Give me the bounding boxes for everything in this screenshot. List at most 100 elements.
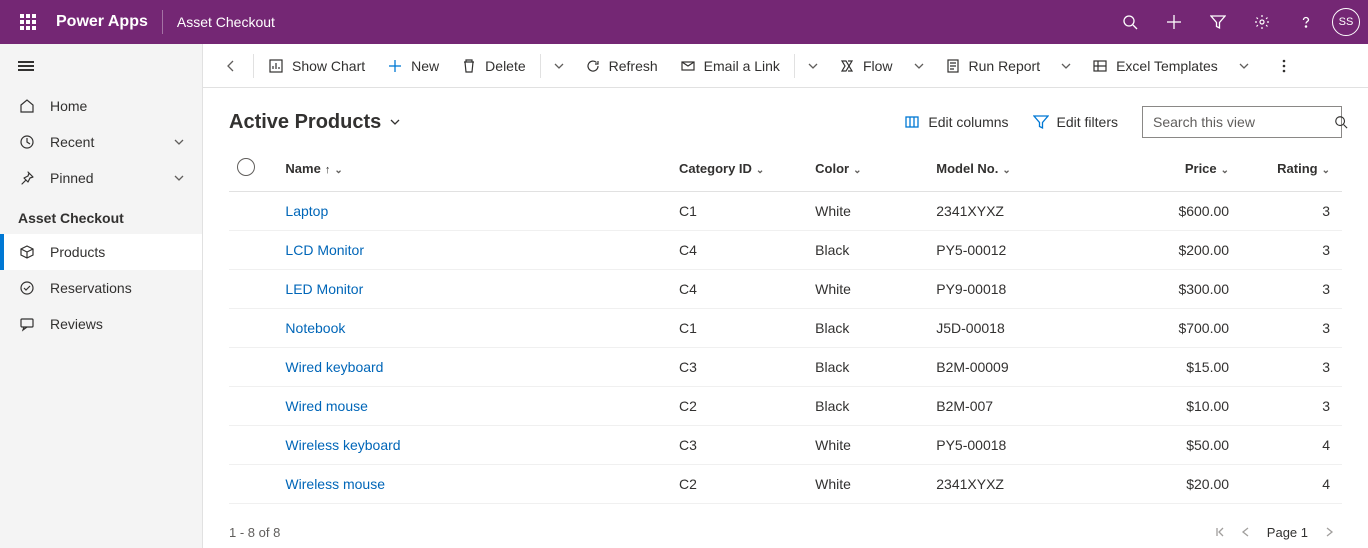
cell-rating: 4: [1241, 426, 1342, 465]
next-page-button[interactable]: [1316, 519, 1342, 545]
chevron-down-icon: [389, 116, 401, 128]
sidebar-item-reviews[interactable]: Reviews: [0, 306, 202, 342]
back-button[interactable]: [213, 59, 249, 73]
search-icon[interactable]: [1108, 0, 1152, 44]
cell-rating: 3: [1241, 309, 1342, 348]
edit-columns-button[interactable]: Edit columns: [892, 114, 1020, 130]
cell-color: Black: [807, 387, 928, 426]
table-row[interactable]: Wired keyboardC3BlackB2M-00009$15.003: [229, 348, 1342, 387]
column-header-name[interactable]: Name↑⌄: [277, 148, 671, 192]
add-icon[interactable]: [1152, 0, 1196, 44]
table-row[interactable]: Wireless mouseC2White2341XYXZ$20.004: [229, 465, 1342, 504]
separator: [540, 54, 541, 78]
chevron-down-icon: ⌄: [334, 165, 342, 176]
cmd-label: Refresh: [609, 58, 658, 74]
table-row[interactable]: NotebookC1BlackJ5D-00018$700.003: [229, 309, 1342, 348]
delete-button[interactable]: Delete: [451, 48, 535, 84]
refresh-button[interactable]: Refresh: [575, 48, 668, 84]
row-select-cell[interactable]: [229, 387, 277, 426]
table-row[interactable]: LED MonitorC4WhitePY9-00018$300.003: [229, 270, 1342, 309]
cell-name[interactable]: Wireless mouse: [277, 465, 671, 504]
row-select-cell[interactable]: [229, 309, 277, 348]
cell-price: $600.00: [1120, 192, 1241, 231]
refresh-icon: [585, 58, 601, 74]
new-button[interactable]: New: [377, 48, 449, 84]
table-row[interactable]: Wireless keyboardC3WhitePY5-00018$50.004: [229, 426, 1342, 465]
cell-model: PY9-00018: [928, 270, 1120, 309]
clock-icon: [18, 133, 36, 151]
cell-name[interactable]: Wired keyboard: [277, 348, 671, 387]
view-title-dropdown[interactable]: Active Products: [229, 111, 401, 134]
cell-color: Black: [807, 309, 928, 348]
report-icon: [945, 58, 961, 74]
column-header-model[interactable]: Model No.⌄: [928, 148, 1120, 192]
chevron-down-icon: ⌄: [853, 165, 861, 176]
cell-price: $15.00: [1120, 348, 1241, 387]
row-select-cell[interactable]: [229, 270, 277, 309]
cell-name[interactable]: Wireless keyboard: [277, 426, 671, 465]
cell-model: PY5-00012: [928, 231, 1120, 270]
separator: [794, 54, 795, 78]
help-icon[interactable]: [1284, 0, 1328, 44]
sidebar-item-reservations[interactable]: Reservations: [0, 270, 202, 306]
app-launcher-icon[interactable]: [8, 0, 48, 44]
first-page-button[interactable]: [1207, 519, 1233, 545]
flow-button[interactable]: Flow: [829, 48, 903, 84]
sidebar-item-products[interactable]: Products: [0, 234, 202, 270]
trash-icon: [461, 58, 477, 74]
column-header-rating[interactable]: Rating⌄: [1241, 148, 1342, 192]
cell-name[interactable]: LCD Monitor: [277, 231, 671, 270]
row-select-cell[interactable]: [229, 348, 277, 387]
sidebar-item-recent[interactable]: Recent: [0, 124, 202, 160]
cell-name[interactable]: Laptop: [277, 192, 671, 231]
search-input[interactable]: [1153, 114, 1334, 130]
cmd-label: Delete: [485, 58, 525, 74]
cell-name[interactable]: Wired mouse: [277, 387, 671, 426]
cell-model: J5D-00018: [928, 309, 1120, 348]
filter-icon[interactable]: [1196, 0, 1240, 44]
excel-dropdown[interactable]: [1230, 48, 1258, 84]
sidebar-item-home[interactable]: Home: [0, 88, 202, 124]
cell-name[interactable]: Notebook: [277, 309, 671, 348]
excel-templates-button[interactable]: Excel Templates: [1082, 48, 1228, 84]
row-select-cell[interactable]: [229, 465, 277, 504]
select-all-header[interactable]: [229, 148, 277, 192]
table-row[interactable]: LCD MonitorC4BlackPY5-00012$200.003: [229, 231, 1342, 270]
run-report-button[interactable]: Run Report: [935, 48, 1051, 84]
table-row[interactable]: LaptopC1White2341XYXZ$600.003: [229, 192, 1342, 231]
column-header-price[interactable]: Price⌄: [1120, 148, 1241, 192]
email-dropdown[interactable]: [799, 48, 827, 84]
column-header-color[interactable]: Color⌄: [807, 148, 928, 192]
prev-page-button[interactable]: [1233, 519, 1259, 545]
edit-filters-button[interactable]: Edit filters: [1021, 114, 1130, 130]
view-header: Active Products Edit columns Edit filter…: [203, 88, 1368, 138]
report-dropdown[interactable]: [1052, 48, 1080, 84]
row-select-cell[interactable]: [229, 231, 277, 270]
chevron-down-icon: ⌄: [1322, 165, 1330, 176]
row-select-cell[interactable]: [229, 426, 277, 465]
cell-name[interactable]: LED Monitor: [277, 270, 671, 309]
search-input-wrapper[interactable]: [1142, 106, 1342, 138]
cell-price: $20.00: [1120, 465, 1241, 504]
overflow-button[interactable]: [1270, 48, 1298, 84]
command-bar: Show Chart New Delete: [203, 44, 1368, 88]
email-link-button[interactable]: Email a Link: [670, 48, 790, 84]
cell-color: White: [807, 192, 928, 231]
show-chart-button[interactable]: Show Chart: [258, 48, 375, 84]
avatar[interactable]: SS: [1332, 8, 1360, 36]
table-row[interactable]: Wired mouseC2BlackB2M-007$10.003: [229, 387, 1342, 426]
cell-price: $10.00: [1120, 387, 1241, 426]
cell-price: $700.00: [1120, 309, 1241, 348]
cell-category: C4: [671, 231, 807, 270]
record-range: 1 - 8 of 8: [229, 525, 280, 540]
table-header-row: Name↑⌄ Category ID⌄ Color⌄ Model No.⌄ Pr: [229, 148, 1342, 192]
hamburger-icon[interactable]: [18, 59, 34, 73]
sidebar-item-pinned[interactable]: Pinned: [0, 160, 202, 196]
row-select-cell[interactable]: [229, 192, 277, 231]
flow-dropdown[interactable]: [905, 48, 933, 84]
flow-icon: [839, 58, 855, 74]
delete-dropdown[interactable]: [545, 48, 573, 84]
column-header-category[interactable]: Category ID⌄: [671, 148, 807, 192]
sidebar: Home Recent Pinned Asset Checkout: [0, 44, 203, 548]
settings-icon[interactable]: [1240, 0, 1284, 44]
